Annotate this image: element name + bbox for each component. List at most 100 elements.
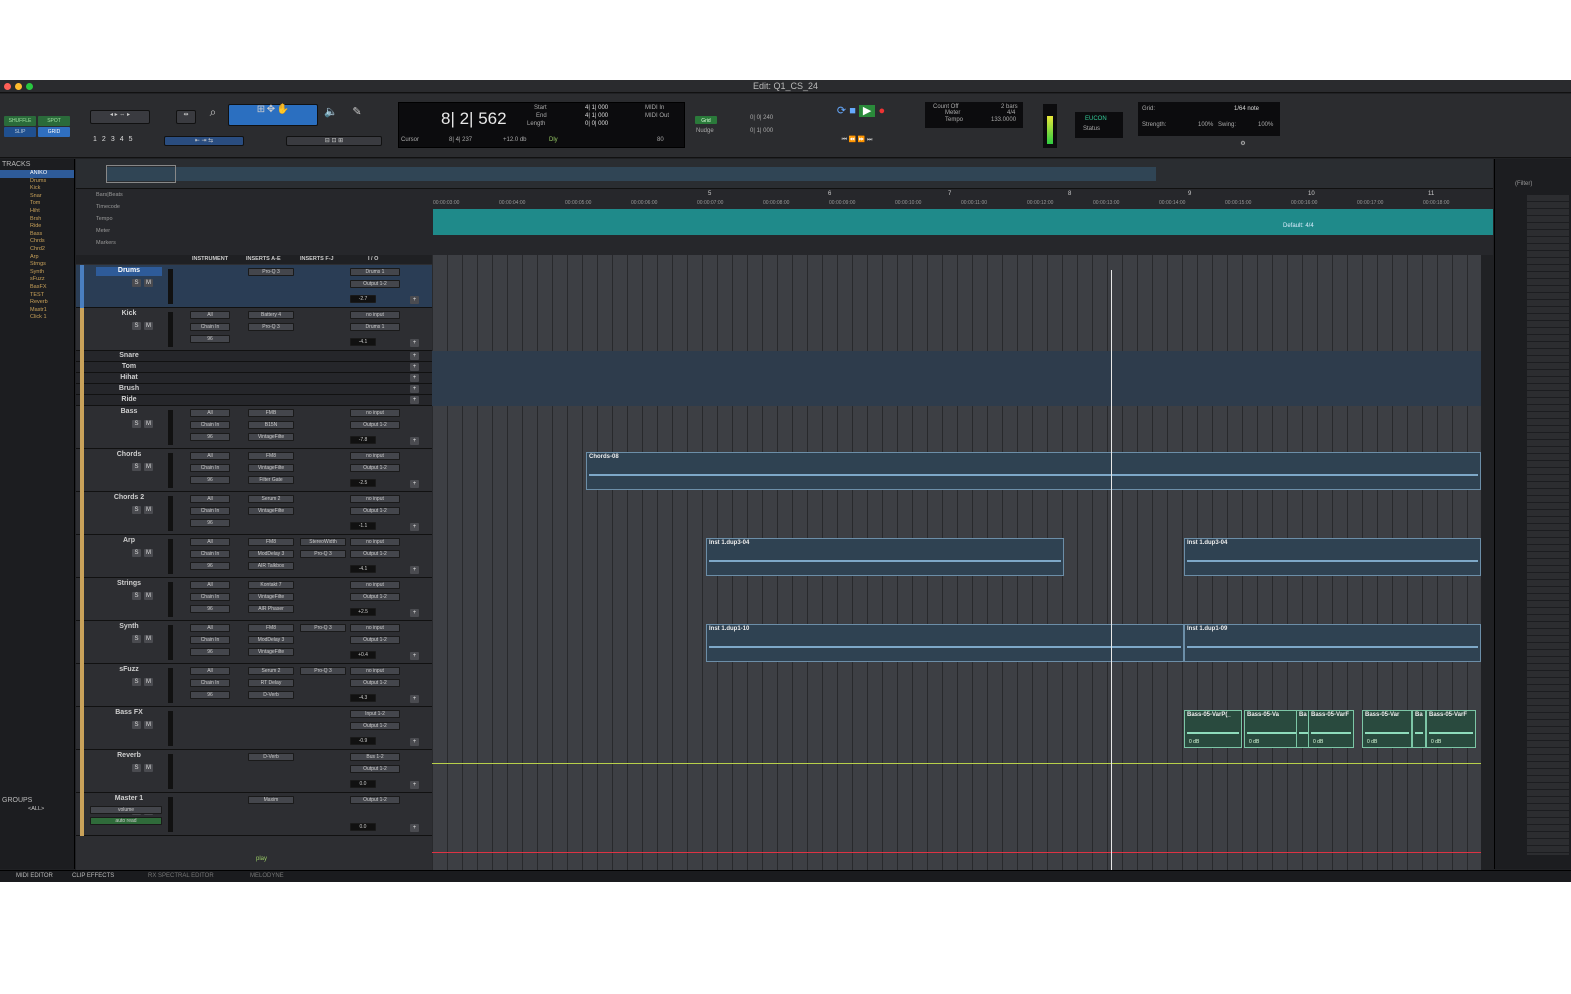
volume-value[interactable]: -1.1 — [350, 522, 376, 530]
output-selector[interactable]: Output 1-2 — [350, 421, 400, 429]
add-icon[interactable]: + — [410, 339, 419, 347]
solo-button[interactable]: S — [132, 322, 141, 330]
track-row[interactable]: Snare + — [76, 351, 432, 362]
instrument-field[interactable]: 96 — [190, 562, 230, 570]
insert-slot[interactable]: AIR Talkbox — [248, 562, 294, 570]
output-selector[interactable]: Output 1-2 — [350, 679, 400, 687]
insert-slot[interactable]: Pro-Q 3 — [300, 624, 346, 632]
track-name[interactable]: Strings — [96, 580, 162, 589]
trim-tool-icon[interactable]: ⇹ — [176, 110, 196, 124]
link-option-buttons[interactable]: ⊟ ⊡ ⊞ — [286, 136, 382, 146]
volume-value[interactable]: -2.5 — [350, 479, 376, 487]
play-icon[interactable]: ▶ — [858, 105, 876, 117]
insert-slot[interactable]: FM8 — [248, 624, 294, 632]
midi-clip[interactable]: Inst 1.dup3-04 — [1184, 538, 1481, 576]
instrument-field[interactable]: All — [190, 409, 230, 417]
track-list-item[interactable]: Ride — [0, 223, 74, 231]
volume-value[interactable]: -4.1 — [350, 338, 376, 346]
grabber-tool-icon[interactable]: ✥ — [267, 104, 275, 115]
track-list-item[interactable]: Strngs — [0, 261, 74, 269]
insert-slot[interactable]: FM8 — [248, 452, 294, 460]
mute-button[interactable]: M — [144, 420, 153, 428]
insert-slot[interactable]: FMB — [248, 409, 294, 417]
add-icon[interactable]: + — [410, 437, 419, 445]
solo-button[interactable]: S — [132, 635, 141, 643]
insert-slot[interactable]: FM8 — [248, 538, 294, 546]
insert-slot[interactable]: Kontakt 7 — [248, 581, 294, 589]
track-name[interactable]: Tom — [96, 363, 162, 372]
insert-slot[interactable]: D-Verb — [248, 691, 294, 699]
track-name[interactable]: Hihat — [96, 374, 162, 383]
clip-gain-label[interactable]: 0 dB — [1313, 739, 1323, 745]
stop-icon[interactable]: ■ — [849, 105, 856, 117]
insert-slot[interactable]: StereoWidth — [300, 538, 346, 546]
add-icon[interactable]: + — [410, 695, 419, 703]
master-sub-field[interactable]: auto read — [90, 817, 162, 825]
instrument-field[interactable]: 96 — [190, 648, 230, 656]
insert-slot[interactable]: VintageFilte — [248, 648, 294, 656]
track-name[interactable]: sFuzz — [96, 666, 162, 675]
instrument-field[interactable]: Chain In — [190, 679, 230, 687]
column-inserts-fj[interactable]: INSERTS F-J — [300, 256, 334, 262]
groups-all-item[interactable]: <ALL> — [0, 806, 75, 814]
track-name[interactable]: Drums — [96, 267, 162, 276]
output-selector[interactable]: Output 1-2 — [350, 593, 400, 601]
clip-gain-label[interactable]: 0 dB — [1367, 739, 1377, 745]
midi-clip[interactable]: Inst 1.dup3-04 — [706, 538, 1064, 576]
track-row[interactable]: Brush + — [76, 384, 432, 395]
volume-value[interactable]: -4.3 — [350, 694, 376, 702]
instrument-field[interactable]: All — [190, 452, 230, 460]
track-list-item[interactable]: BasFX — [0, 284, 74, 292]
track-name[interactable]: Brush — [96, 385, 162, 394]
solo-button[interactable]: S — [132, 279, 141, 287]
strength-value[interactable]: 100% — [1198, 122, 1213, 128]
column-io[interactable]: I / O — [368, 256, 378, 262]
instrument-field[interactable]: All — [190, 495, 230, 503]
input-selector[interactable]: Bus 1-2 — [350, 753, 400, 761]
transport-nav[interactable]: ⏮ ⏪ ⏩ ⏭ — [812, 136, 902, 146]
grid-mode-button[interactable]: GRID — [38, 127, 70, 137]
track-list-item[interactable]: Snar — [0, 193, 74, 201]
zoom-preset-3[interactable]: 3 — [111, 136, 120, 143]
add-icon[interactable]: + — [410, 396, 419, 404]
insert-slot[interactable]: Pro-Q 3 — [248, 323, 294, 331]
delay-comp-label[interactable]: Dly — [549, 137, 558, 143]
insert-slot[interactable]: B15N — [248, 421, 294, 429]
ruler-meter[interactable]: Meter — [96, 228, 110, 234]
insert-slot[interactable]: VintageFilte — [248, 433, 294, 441]
selector-tool-icon[interactable]: ⊞ — [257, 104, 265, 115]
quantize-note-value[interactable]: 1/64 note — [1234, 106, 1259, 112]
track-name[interactable]: Chords — [96, 451, 162, 460]
end-value[interactable]: 4| 1| 000 — [585, 113, 608, 119]
insert-slot[interactable]: Serum 2 — [248, 667, 294, 675]
insert-slot[interactable]: Serum 2 — [248, 495, 294, 503]
solo-button[interactable]: S — [132, 463, 141, 471]
output-selector[interactable]: Output 1-2 — [350, 464, 400, 472]
volume-value[interactable]: +2.5 — [350, 608, 376, 616]
input-selector[interactable]: no input — [350, 581, 400, 589]
track-row[interactable]: Synth S M All Chain In 96 FM8 ModDelay 3 Vintage… — [76, 621, 432, 664]
tempo-meter-lane[interactable] — [433, 209, 1493, 235]
track-name[interactable]: Arp — [96, 537, 162, 546]
track-row[interactable]: Master 1SMMaximOutput 1-2volumeauto read… — [76, 793, 432, 836]
instrument-field[interactable]: Chain In — [190, 421, 230, 429]
instrument-field[interactable]: 96 — [190, 519, 230, 527]
insert-slot[interactable]: Pro-Q 3 — [248, 268, 294, 276]
mute-button[interactable]: M — [144, 635, 153, 643]
add-icon[interactable]: + — [410, 480, 419, 488]
ruler-timecode[interactable]: Timecode — [96, 204, 120, 210]
swing-value[interactable]: 100% — [1258, 122, 1273, 128]
input-selector[interactable]: no input — [350, 667, 400, 675]
mute-button[interactable]: M — [144, 279, 153, 287]
record-icon[interactable]: ● — [878, 105, 885, 117]
input-selector[interactable]: no input — [350, 409, 400, 417]
instrument-field[interactable]: 96 — [190, 476, 230, 484]
midi-clip[interactable]: Inst 1.dup1-09 — [1184, 624, 1481, 662]
track-row[interactable]: Hihat + — [76, 373, 432, 384]
tab-midi-editor[interactable]: MIDI EDITOR — [16, 873, 53, 879]
tempo-value[interactable]: 133.0000 — [991, 117, 1016, 123]
track-list-item[interactable]: Mastr1 — [0, 307, 74, 315]
shuffle-mode-button[interactable]: SHUFFLE — [4, 116, 36, 126]
mute-button[interactable]: M — [144, 721, 153, 729]
track-row[interactable]: Chords S M All Chain In 96 FM8 VintageFilte Filt… — [76, 449, 432, 492]
